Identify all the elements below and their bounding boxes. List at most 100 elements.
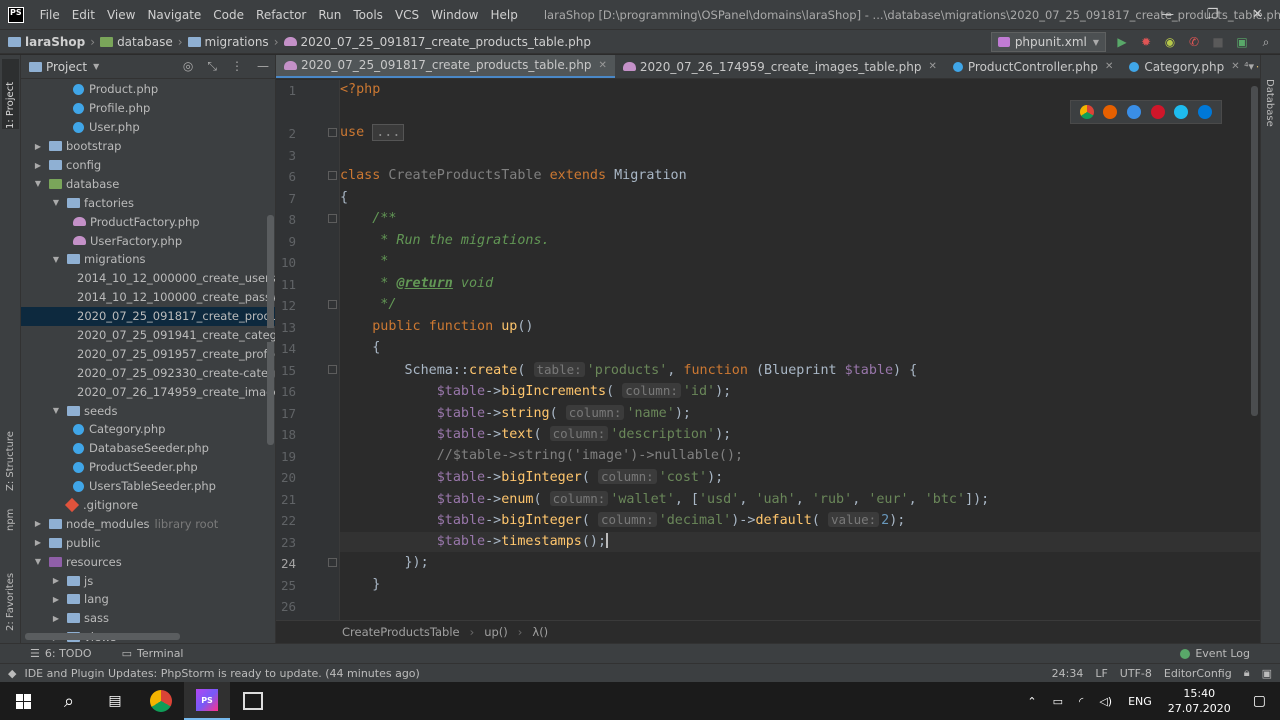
phpstorm-taskbar-button[interactable]: PS — [184, 682, 230, 720]
tree-item[interactable]: ▶ public — [21, 533, 275, 552]
restore-icon[interactable]: ❐ — [1190, 0, 1235, 29]
start-button[interactable] — [0, 682, 46, 720]
menu-tools[interactable]: Tools — [347, 8, 389, 22]
tree-item[interactable]: Profile.php — [21, 99, 275, 118]
app-taskbar-button[interactable] — [230, 682, 276, 720]
notifications-icon[interactable]: ▣ — [1262, 667, 1272, 680]
chevron-down-icon[interactable]: ▼ — [51, 198, 61, 207]
chevron-down-icon[interactable]: ▼ — [33, 179, 43, 188]
locate-file-icon[interactable]: ◎ — [183, 59, 193, 74]
coverage-icon[interactable]: ◉ — [1162, 34, 1178, 50]
notification-center-icon[interactable]: ▢ — [1253, 693, 1266, 709]
chevron-right-icon[interactable]: ▶ — [33, 161, 43, 170]
tree-item[interactable]: .gitignore — [21, 496, 275, 515]
crumb-project[interactable]: laraShop — [25, 35, 85, 49]
favorites-tool-tab[interactable]: 2: Favorites — [2, 555, 19, 631]
listen-debug-icon[interactable]: ✆ — [1186, 34, 1202, 50]
crumb-migrations[interactable]: migrations — [205, 35, 269, 49]
chevron-down-icon[interactable]: ▼ — [51, 406, 61, 415]
tree-item[interactable]: User.php — [21, 118, 275, 137]
close-tab-icon[interactable]: ✕ — [928, 61, 936, 72]
tree-item[interactable]: ProductSeeder.php — [21, 458, 275, 477]
tree-item[interactable]: ▼ migrations — [21, 250, 275, 269]
tree-item[interactable]: DatabaseSeeder.php — [21, 439, 275, 458]
tree-item[interactable]: ▶ sass — [21, 609, 275, 628]
menu-navigate[interactable]: Navigate — [141, 8, 207, 22]
tree-item[interactable]: ▼ database — [21, 174, 275, 193]
crumb-file[interactable]: 2020_07_25_091817_create_products_table.… — [301, 35, 591, 49]
chevron-right-icon[interactable]: ▶ — [33, 519, 43, 528]
tree-item[interactable]: ▶ node_modules library root — [21, 514, 275, 533]
internet-explorer-icon[interactable] — [1174, 105, 1189, 119]
editor-tab[interactable]: 2020_07_25_091817_create_products_table.… — [276, 55, 615, 78]
tree-item[interactable]: 2014_10_12_000000_create_users_ta — [21, 269, 275, 288]
editor-scrollbar[interactable] — [1251, 86, 1258, 416]
tree-item[interactable]: Product.php — [21, 80, 275, 99]
chevron-right-icon[interactable]: ▶ — [51, 576, 61, 585]
fold-marker-icon[interactable] — [328, 214, 337, 223]
tree-item[interactable]: 2020_07_25_091941_create_categories_tabl… — [21, 326, 275, 345]
menu-run[interactable]: Run — [312, 8, 347, 22]
chevron-up-icon[interactable]: ⌃ — [1027, 695, 1036, 708]
npm-tool-tab[interactable]: npm — [2, 501, 19, 531]
breadcrumb-class[interactable]: CreateProductsTable — [342, 625, 460, 639]
terminal-tool-button[interactable]: ▭ Terminal — [122, 647, 184, 660]
network-icon[interactable]: ▭ — [1053, 695, 1063, 708]
menu-refactor[interactable]: Refactor — [250, 8, 312, 22]
crumb-database[interactable]: database — [117, 35, 173, 49]
more-tabs-icon[interactable]: ⁴▾ — [1244, 60, 1254, 73]
chrome-icon[interactable] — [1079, 105, 1094, 119]
search-button[interactable]: ⌕ — [46, 682, 92, 720]
tree-item[interactable]: ▶ config — [21, 156, 275, 175]
tree-item[interactable]: 2020_07_25_091957_create_profiles — [21, 344, 275, 363]
language-indicator[interactable]: ENG — [1128, 695, 1152, 708]
run-config-select[interactable]: phpunit.xml ▼ — [990, 32, 1106, 52]
project-horizontal-scrollbar[interactable] — [25, 633, 180, 640]
editor-tab[interactable]: 2020_07_26_174959_create_images_table.ph… — [615, 55, 945, 78]
chevron-right-icon[interactable]: ▶ — [51, 595, 61, 604]
event-log-button[interactable]: Event Log — [1180, 647, 1250, 660]
tree-item[interactable]: ▶ bootstrap — [21, 137, 275, 156]
fold-marker-icon[interactable] — [328, 300, 337, 309]
chrome-taskbar-button[interactable] — [138, 682, 184, 720]
lock-icon[interactable]: 🔒︎ — [1244, 666, 1250, 680]
search-icon[interactable]: ⌕ — [1258, 34, 1274, 50]
tree-item[interactable]: UsersTableSeeder.php — [21, 477, 275, 496]
hide-panel-icon[interactable]: — — [257, 59, 269, 74]
code-editor[interactable]: 1 2 3 6 7 8 9 10 11 12 13 14 15 16 17 18 19 20 21 22 23 24 25 2… — [276, 80, 1260, 620]
fold-marker-icon[interactable] — [328, 171, 337, 180]
stop-icon[interactable]: ■ — [1210, 34, 1226, 50]
volume-icon[interactable]: ◁) — [1099, 695, 1112, 708]
tree-item[interactable]: 2020_07_26_174959_create_images — [21, 382, 275, 401]
safari-icon[interactable] — [1127, 105, 1142, 119]
chevron-down-icon[interactable]: ▼ — [93, 62, 99, 71]
project-tool-tab[interactable]: 1: Project — [2, 59, 19, 129]
breadcrumb-closure[interactable]: λ() — [532, 625, 548, 639]
file-encoding[interactable]: UTF-8 — [1120, 667, 1152, 680]
menu-file[interactable]: File — [34, 8, 66, 22]
menu-window[interactable]: Window — [425, 8, 484, 22]
folded-imports[interactable]: ... — [372, 124, 405, 141]
tree-item[interactable]: ProductFactory.php — [21, 212, 275, 231]
close-tab-icon[interactable]: ✕ — [1231, 61, 1239, 72]
tree-item[interactable]: ▼ resources — [21, 552, 275, 571]
opera-icon[interactable] — [1150, 105, 1165, 119]
menu-edit[interactable]: Edit — [66, 8, 101, 22]
tree-item[interactable]: 2020_07_25_092330_create-catego — [21, 363, 275, 382]
minimize-icon[interactable]: — — [1145, 0, 1190, 29]
editor-tab[interactable]: ProductController.php ✕ — [945, 55, 1122, 78]
menu-code[interactable]: Code — [207, 8, 250, 22]
code-area[interactable]: <?php use ... class CreateProductsTable … — [340, 80, 1260, 620]
chevron-right-icon[interactable]: ▶ — [33, 142, 43, 151]
editor-config[interactable]: EditorConfig — [1164, 667, 1232, 680]
tree-item[interactable]: ▶ lang — [21, 590, 275, 609]
caret-position[interactable]: 24:34 — [1052, 667, 1084, 680]
database-tool-tab[interactable]: Database — [1264, 79, 1275, 127]
chevron-down-icon[interactable]: ▼ — [33, 557, 43, 566]
menu-view[interactable]: View — [101, 8, 141, 22]
status-message[interactable]: ◆ IDE and Plugin Updates: PhpStorm is re… — [8, 667, 420, 680]
task-view-button[interactable]: ▤ — [92, 682, 138, 720]
close-tab-icon[interactable]: ✕ — [1105, 61, 1113, 72]
fold-marker-icon[interactable] — [328, 364, 337, 374]
close-icon[interactable]: ✕ — [1235, 0, 1280, 29]
